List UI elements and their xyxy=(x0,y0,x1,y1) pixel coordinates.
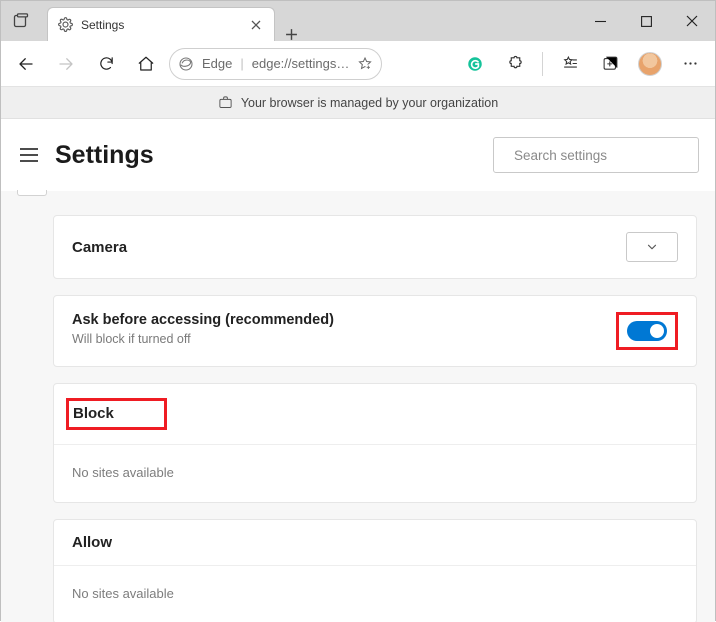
managed-text: Your browser is managed by your organiza… xyxy=(241,96,498,110)
refresh-button[interactable] xyxy=(89,47,123,81)
search-input[interactable] xyxy=(514,148,691,163)
ask-subtitle: Will block if turned off xyxy=(72,332,334,346)
page-title: Settings xyxy=(55,141,154,170)
collections-icon xyxy=(602,55,619,72)
block-empty-text: No sites available xyxy=(54,445,696,502)
tab-close-button[interactable] xyxy=(248,17,264,33)
settings-scroll[interactable]: Camera Ask before accessing (recommended… xyxy=(1,191,715,622)
toggle-highlight xyxy=(616,312,678,350)
browser-tab[interactable]: Settings xyxy=(47,7,275,41)
ask-title: Ask before accessing (recommended) xyxy=(72,312,334,328)
window-controls xyxy=(577,1,715,41)
home-button[interactable] xyxy=(129,47,163,81)
collections-button[interactable] xyxy=(593,47,627,81)
extensions-button[interactable] xyxy=(498,47,532,81)
grammarly-extension-button[interactable] xyxy=(458,47,492,81)
tab-title: Settings xyxy=(81,18,240,32)
new-tab-button[interactable] xyxy=(275,28,307,41)
edge-logo-icon xyxy=(178,56,194,72)
block-highlight: Block xyxy=(66,398,167,430)
minimize-icon xyxy=(595,16,606,27)
star-lines-icon xyxy=(562,55,579,72)
maximize-icon xyxy=(641,16,652,27)
address-url: edge://settings… xyxy=(252,56,350,71)
close-icon xyxy=(251,20,261,30)
block-title: Block xyxy=(73,405,114,422)
allow-section: Allow No sites available xyxy=(53,519,697,622)
address-bar[interactable]: Edge | edge://settings… xyxy=(169,48,382,80)
back-button[interactable] xyxy=(9,47,43,81)
tab-actions-button[interactable] xyxy=(1,1,41,41)
arrow-left-icon xyxy=(17,55,35,73)
camera-card: Camera xyxy=(53,215,697,279)
puzzle-icon xyxy=(507,55,524,72)
forward-button[interactable] xyxy=(49,47,83,81)
favorites-button[interactable] xyxy=(553,47,587,81)
allow-title: Allow xyxy=(72,534,112,551)
browser-toolbar: Edge | edge://settings… xyxy=(1,41,715,87)
maximize-button[interactable] xyxy=(623,1,669,41)
more-button[interactable] xyxy=(673,47,707,81)
block-section: Block No sites available xyxy=(53,383,697,503)
gear-icon xyxy=(58,17,73,32)
minimize-button[interactable] xyxy=(577,1,623,41)
close-window-button[interactable] xyxy=(669,1,715,41)
plus-icon xyxy=(285,28,298,41)
titlebar: Settings xyxy=(1,1,715,41)
managed-infobar: Your browser is managed by your organiza… xyxy=(1,87,715,119)
hamburger-icon xyxy=(19,147,39,163)
camera-title: Camera xyxy=(72,239,127,256)
refresh-icon xyxy=(98,55,115,72)
tabs-icon xyxy=(13,13,29,29)
settings-search[interactable] xyxy=(493,137,699,173)
briefcase-icon xyxy=(218,95,233,110)
camera-expand-button[interactable] xyxy=(626,232,678,262)
avatar-icon xyxy=(638,52,662,76)
settings-menu-button[interactable] xyxy=(19,147,41,163)
allow-empty-text: No sites available xyxy=(54,566,696,622)
peek-element xyxy=(17,190,47,196)
chevron-down-icon xyxy=(645,240,659,254)
home-icon xyxy=(137,55,155,73)
favorite-add-icon[interactable] xyxy=(357,56,373,72)
profile-button[interactable] xyxy=(633,47,667,81)
settings-header: Settings xyxy=(1,119,715,191)
more-horizontal-icon xyxy=(682,55,699,72)
toggle-knob xyxy=(650,324,664,338)
ask-before-accessing-card: Ask before accessing (recommended) Will … xyxy=(53,295,697,367)
settings-page: Settings Camera Ask before accessing (re… xyxy=(1,119,715,622)
close-icon xyxy=(686,15,698,27)
grammarly-icon xyxy=(466,55,484,73)
arrow-right-icon xyxy=(57,55,75,73)
ask-toggle[interactable] xyxy=(627,321,667,341)
address-prefix: Edge xyxy=(202,56,232,71)
